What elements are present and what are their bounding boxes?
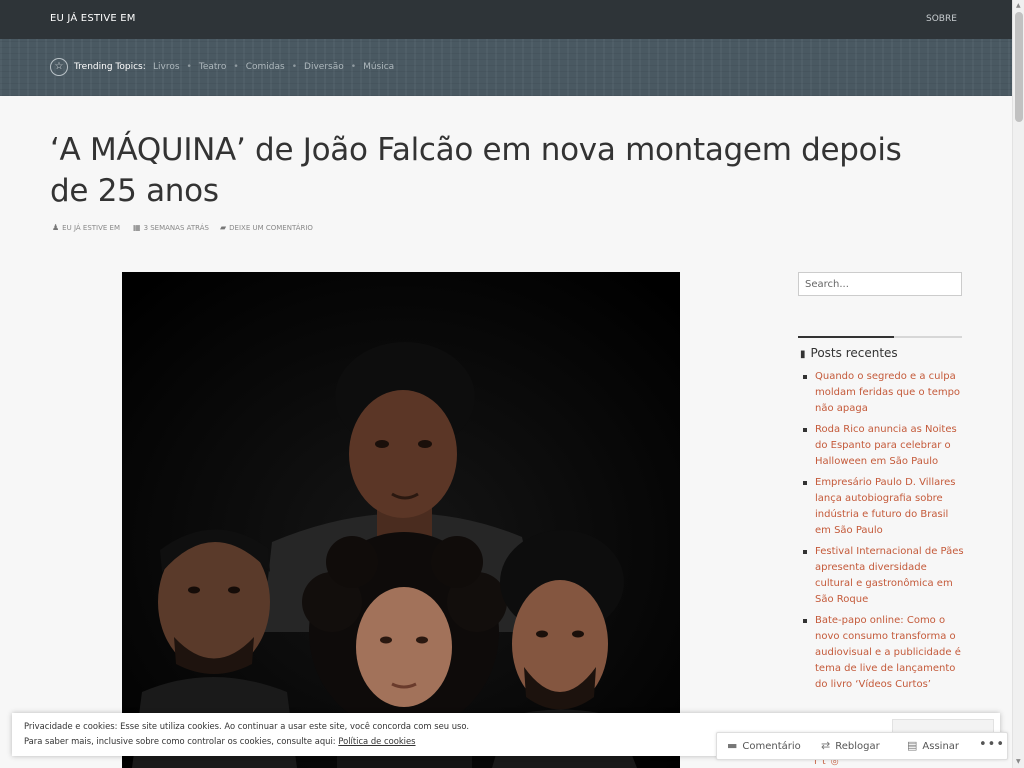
- bullet: [803, 481, 807, 485]
- subscribe-button[interactable]: ▤ Assinar: [907, 739, 959, 752]
- separator-dot: •: [291, 62, 298, 72]
- post-date[interactable]: ▦ 3 SEMANAS ATRÁS: [133, 223, 209, 232]
- list-item: Bate-papo online: Como o novo consumo tr…: [800, 613, 964, 693]
- recent-post-link[interactable]: Empresário Paulo D. Villares lança autob…: [815, 477, 956, 536]
- subscribe-button-label: Assinar: [922, 741, 960, 752]
- comment-button[interactable]: ▬ Comentário: [727, 739, 801, 752]
- reblog-button[interactable]: ⇄ Reblogar: [821, 739, 880, 752]
- recent-post-link[interactable]: Bate-papo online: Como o novo consumo tr…: [815, 615, 961, 690]
- recent-posts-list: Quando o segredo e a culpa moldam ferida…: [800, 369, 964, 698]
- star-circle-icon: ☆: [50, 58, 68, 76]
- book-icon: ▮: [800, 349, 806, 360]
- separator-dot: •: [233, 62, 239, 72]
- reblog-icon: ⇄: [821, 739, 831, 752]
- comment-button-label: Comentário: [742, 741, 801, 752]
- post-author[interactable]: ♟ EU JÁ ESTIVE EM: [52, 223, 120, 232]
- recent-post-link[interactable]: Roda Rico anuncia as Noites do Espanto p…: [815, 424, 957, 467]
- trending-label: Trending Topics:: [74, 62, 146, 72]
- post-title: ‘A MÁQUINA’ de João Falcão em nova monta…: [50, 132, 902, 209]
- cookie-policy-link[interactable]: Política de cookies: [338, 736, 415, 746]
- more-options-button[interactable]: •••: [979, 737, 1005, 752]
- bullet: [803, 550, 807, 554]
- trending-links: Livros • Teatro • Comidas • Diversão • Música: [153, 62, 394, 72]
- trending-topic-diversao[interactable]: Diversão: [304, 62, 344, 72]
- post-featured-image[interactable]: [122, 272, 680, 768]
- scroll-down-arrow-icon[interactable]: ▼: [1016, 758, 1021, 765]
- comment-icon: ▬: [727, 739, 738, 752]
- list-item: Roda Rico anuncia as Noites do Espanto p…: [800, 422, 964, 470]
- calendar-icon: ▦: [133, 223, 141, 232]
- trending-topic-livros[interactable]: Livros: [153, 62, 180, 72]
- trending-bar: ☆ Trending Topics: Livros • Teatro • Comidas…: [0, 39, 1012, 96]
- comment-bubble-icon: ▰: [220, 223, 227, 232]
- separator-dot: •: [186, 62, 192, 72]
- bullet: [803, 428, 807, 432]
- cookie-more-info: Para saber mais, inclusive sobre como co…: [24, 736, 416, 746]
- header-texture: [0, 39, 1012, 96]
- separator-dot: •: [350, 62, 357, 72]
- subscribe-icon: ▤: [907, 739, 918, 752]
- recent-post-link[interactable]: Quando o segredo e a culpa moldam ferida…: [815, 371, 960, 414]
- trending-topic-comidas[interactable]: Comidas: [246, 62, 285, 72]
- recent-posts-heading: Posts recentes: [810, 346, 898, 360]
- nav-item-sobre[interactable]: SOBRE: [926, 14, 957, 24]
- user-icon: ♟: [52, 223, 60, 232]
- list-item: Empresário Paulo D. Villares lança autob…: [800, 475, 964, 539]
- widget-divider: [798, 336, 962, 338]
- widget-divider-accent: [798, 336, 894, 338]
- trending-topic-teatro[interactable]: Teatro: [199, 62, 227, 72]
- cookie-notice-text: Privacidade e cookies: Esse site utiliza…: [24, 721, 470, 731]
- scrollbar-thumb[interactable]: [1015, 12, 1023, 122]
- cast-photo: [122, 272, 680, 768]
- action-bar: ▬ Comentário ⇄ Reblogar ▤ Assinar •••: [716, 732, 1008, 760]
- scroll-up-arrow-icon[interactable]: ▲: [1016, 2, 1021, 9]
- bullet: [803, 375, 807, 379]
- list-item: Quando o segredo e a culpa moldam ferida…: [800, 369, 964, 417]
- search-input[interactable]: [798, 272, 962, 296]
- list-item: Festival Internacional de Pães apresenta…: [800, 544, 964, 608]
- recent-posts-title: ▮ Posts recentes: [800, 346, 898, 360]
- recent-post-link[interactable]: Festival Internacional de Pães apresenta…: [815, 546, 964, 605]
- reblog-button-label: Reblogar: [835, 741, 880, 752]
- post-comment-link[interactable]: DEIXE UM COMENTÁRIO: [229, 224, 313, 232]
- bullet: [803, 619, 807, 623]
- cookie-more-text: Para saber mais, inclusive sobre como co…: [24, 736, 336, 746]
- top-bar: EU JÁ ESTIVE EM SOBRE: [0, 0, 1012, 39]
- post-date-text[interactable]: 3 SEMANAS ATRÁS: [144, 224, 209, 232]
- post-author-name[interactable]: EU JÁ ESTIVE EM: [62, 224, 120, 232]
- trending-topic-musica[interactable]: Música: [363, 62, 394, 72]
- site-title[interactable]: EU JÁ ESTIVE EM: [50, 13, 136, 24]
- page-scrollbar[interactable]: ▲ ▼: [1012, 0, 1024, 768]
- post-comments[interactable]: ▰ DEIXE UM COMENTÁRIO: [220, 223, 313, 232]
